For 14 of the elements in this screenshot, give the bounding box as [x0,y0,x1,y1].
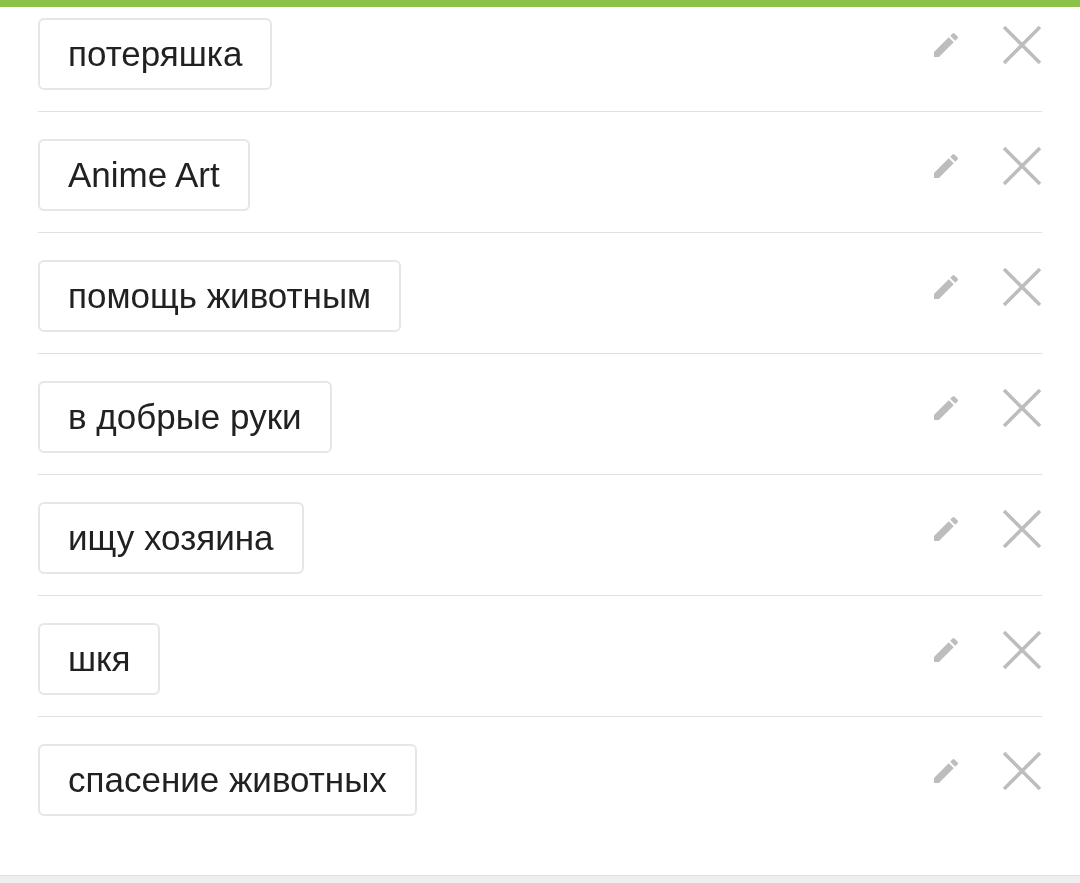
tag-chip[interactable]: помощь животным [38,260,402,332]
tag-chip[interactable]: в добрые руки [38,381,332,453]
close-icon[interactable] [1002,751,1042,791]
tag-chip[interactable]: ищу хозяина [38,502,304,574]
close-icon[interactable] [1002,509,1042,549]
tag-chip[interactable]: Anime Art [38,139,250,211]
close-icon[interactable] [1002,146,1042,186]
close-icon[interactable] [1002,630,1042,670]
tag-chip[interactable]: спасение животных [38,744,417,816]
tag-chip[interactable]: потеряшка [38,18,273,90]
tag-chip[interactable]: шкя [38,623,161,695]
close-icon[interactable] [1002,25,1042,65]
close-icon[interactable] [1002,267,1042,307]
close-icon[interactable] [1002,388,1042,428]
